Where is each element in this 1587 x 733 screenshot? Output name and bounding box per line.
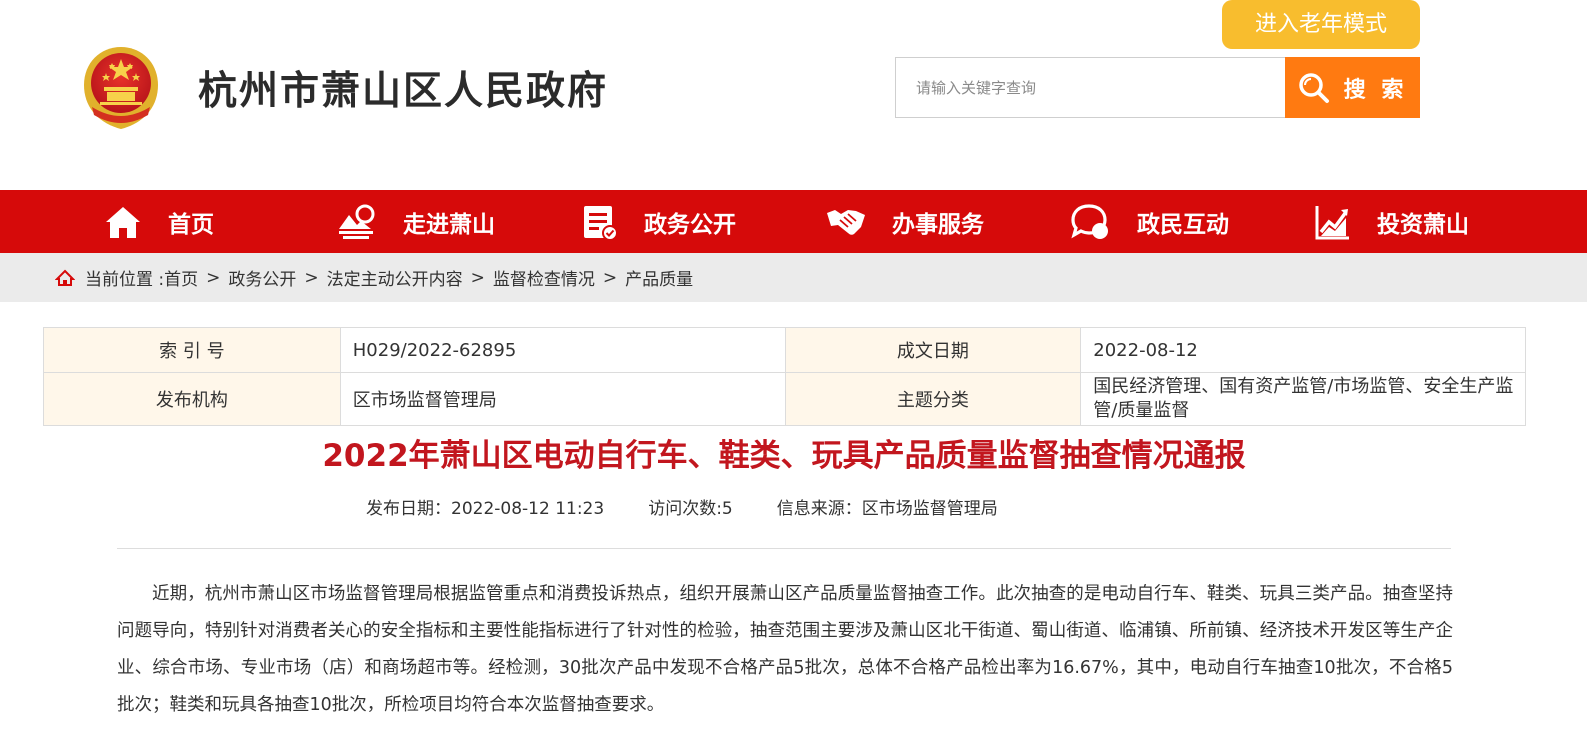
nav-item-services[interactable]: 办事服务 <box>826 190 984 253</box>
document-icon <box>584 205 618 241</box>
nav-item-home[interactable]: 首页 <box>104 190 214 253</box>
home-outline-icon <box>55 269 75 286</box>
main-nav: 首页 走进萧山 政务公开 办事服务 政民互动 投资萧山 <box>0 190 1587 253</box>
publisher-value: 区市场监督管理局 <box>339 372 786 426</box>
search-button-label: 搜 索 <box>1343 77 1408 103</box>
trend-chart-icon <box>1315 205 1349 239</box>
topic-value: 国民经济管理、国有资产监管/市场监管、安全生产监管/质量监督 <box>1080 372 1526 426</box>
info-row: 发布机构 区市场监督管理局 主题分类 国民经济管理、国有资产监管/市场监管、安全… <box>43 372 1526 426</box>
info-source: 信息来源：区市场监督管理局 <box>776 499 998 519</box>
landscape-icon <box>339 204 375 239</box>
article-meta: 发布日期：2022-08-12 11:23 访问次数:5 信息来源：区市场监督管… <box>366 494 998 519</box>
nav-item-label: 走进萧山 <box>403 211 495 238</box>
nav-item-investment[interactable]: 投资萧山 <box>1315 190 1469 253</box>
nav-item-label: 政务公开 <box>644 211 736 238</box>
breadcrumb-separator: > <box>470 267 485 288</box>
publish-date: 发布日期：2022-08-12 11:23 <box>366 499 605 519</box>
breadcrumb-home[interactable]: 首页 <box>164 265 198 290</box>
article-title: 2022年萧山区电动自行车、鞋类、玩具产品质量监督抽查情况通报 <box>322 438 1246 474</box>
index-number-value: H029/2022-62895 <box>339 327 786 373</box>
breadcrumb-separator: > <box>304 267 319 288</box>
nav-item-label: 政民互动 <box>1137 211 1229 238</box>
breadcrumb-separator: > <box>602 267 618 288</box>
search-button[interactable]: 搜 索 <box>1285 57 1420 118</box>
index-number-label: 索 引 号 <box>43 327 341 373</box>
search-input[interactable] <box>896 58 1285 117</box>
national-emblem-icon <box>84 47 158 129</box>
breadcrumb-bar: 当前位置 : 首页 > 政务公开 > 法定主动公开内容 > 监督检查情况 > 产… <box>0 253 1587 302</box>
search-icon <box>1298 72 1329 103</box>
document-date-value: 2022-08-12 <box>1080 327 1526 373</box>
breadcrumb-prefix: 当前位置 : <box>85 270 165 290</box>
nav-item-about-xiaoshan[interactable]: 走进萧山 <box>337 190 495 253</box>
breadcrumb-government-affairs[interactable]: 政务公开 <box>228 265 296 290</box>
nav-item-label: 首页 <box>168 211 214 238</box>
site-title: 杭州市萧山区人民政府 <box>198 68 609 114</box>
document-info-table: 索 引 号 H029/2022-62895 成文日期 2022-08-12 发布… <box>43 327 1526 426</box>
search-box <box>895 57 1285 118</box>
chat-icon <box>1071 203 1108 239</box>
nav-item-label: 投资萧山 <box>1377 211 1469 238</box>
nav-item-interaction[interactable]: 政民互动 <box>1071 190 1229 253</box>
document-date-label: 成文日期 <box>784 327 1082 373</box>
breadcrumb-product-quality[interactable]: 产品质量 <box>625 265 693 290</box>
breadcrumb-statutory-disclosure[interactable]: 法定主动公开内容 <box>327 265 463 290</box>
breadcrumb: 当前位置 : 首页 > 政务公开 > 法定主动公开内容 > 监督检查情况 > 产… <box>55 253 693 302</box>
elder-mode-button[interactable]: 进入老年模式 <box>1222 0 1420 49</box>
site-header: 杭州市萧山区人民政府 进入老年模式 搜 索 <box>0 0 1587 190</box>
home-icon <box>106 206 140 238</box>
topic-label: 主题分类 <box>784 372 1082 426</box>
nav-item-government-affairs[interactable]: 政务公开 <box>582 190 736 253</box>
handshake-icon <box>827 209 865 235</box>
nav-item-label: 办事服务 <box>892 211 984 238</box>
article-divider <box>117 548 1451 549</box>
breadcrumb-separator: > <box>206 267 221 288</box>
article-paragraph: 近期，杭州市萧山区市场监督管理局根据监管重点和消费投诉热点，组织开展萧山区产品质… <box>117 584 1453 715</box>
info-row: 索 引 号 H029/2022-62895 成文日期 2022-08-12 <box>43 327 1526 373</box>
publisher-label: 发布机构 <box>43 372 341 426</box>
visit-count: 访问次数:5 <box>648 499 733 519</box>
breadcrumb-inspection[interactable]: 监督检查情况 <box>493 265 595 290</box>
